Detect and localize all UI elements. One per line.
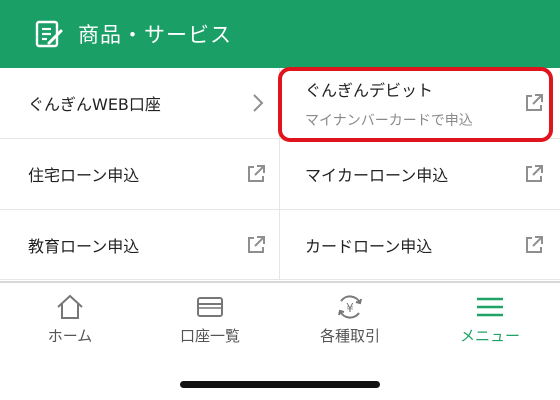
tab-home[interactable]: ホーム [0,283,140,351]
menu-item-label: 住宅ローン申込 [28,166,140,185]
menu-row: 教育ローン申込 カードローン申込 [0,210,560,280]
external-link-icon [526,94,543,111]
menu-row: ぐんぎんWEB口座 ぐんぎんデビット マイナンバーカードで申込 [0,68,560,139]
menu-item-sublabel: マイナンバーカードで申込 [305,112,473,129]
menu-item-label: ぐんぎんWEB口座 [28,95,161,114]
tab-label: メニュー [459,327,520,345]
chevron-right-icon [253,94,264,112]
service-menu-grid: ぐんぎんWEB口座 ぐんぎんデビット マイナンバーカードで申込 住宅ローン申込 [0,68,560,280]
document-edit-icon [35,20,63,48]
menu-item-label: ぐんぎんデビット [305,80,434,100]
menu-item-label: カードローン申込 [305,237,433,256]
tab-accounts[interactable]: 口座一覧 [140,283,280,351]
tab-menu[interactable]: メニュー [420,283,560,351]
menu-row: 住宅ローン申込 マイカーローン申込 [0,139,560,210]
tab-label: 口座一覧 [179,327,240,345]
menu-item-education-loan[interactable]: 教育ローン申込 [0,210,280,280]
svg-text:¥: ¥ [346,301,354,315]
home-icon [57,294,83,319]
menu-item-text: ぐんぎんデビット マイナンバーカードで申込 [305,77,473,130]
yen-exchange-icon: ¥ [338,295,362,319]
external-link-icon [526,236,543,253]
menu-item-car-loan[interactable]: マイカーローン申込 [280,139,560,209]
app-header: 商品・サービス [0,0,560,68]
menu-item-label: マイカーローン申込 [305,166,449,185]
page-title: 商品・サービス [78,23,232,47]
menu-item-debit[interactable]: ぐんぎんデビット マイナンバーカードで申込 [280,68,560,138]
menu-item-card-loan[interactable]: カードローン申込 [280,210,560,280]
home-indicator[interactable] [180,381,380,388]
menu-item-label: 教育ローン申込 [28,237,140,256]
card-icon [197,297,223,317]
tab-label: ホーム [47,327,93,345]
menu-icon [477,297,503,317]
menu-item-housing-loan[interactable]: 住宅ローン申込 [0,139,280,209]
bottom-tab-bar: ホーム 口座一覧 ¥ 各種取引 メニュー [0,281,560,351]
tab-transactions[interactable]: ¥ 各種取引 [280,283,420,351]
external-link-icon [526,165,543,182]
external-link-icon [248,165,265,182]
menu-item-web-account[interactable]: ぐんぎんWEB口座 [0,68,280,138]
external-link-icon [248,236,265,253]
tab-label: 各種取引 [319,327,380,345]
